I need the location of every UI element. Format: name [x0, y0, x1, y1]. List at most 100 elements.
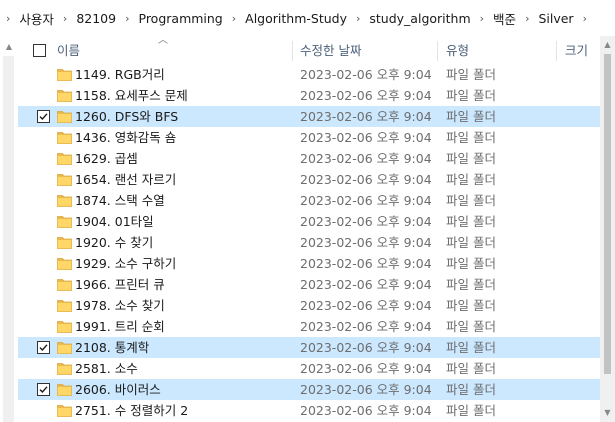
modified-date: 2023-02-06 오후 9:04 [300, 256, 432, 271]
file-name[interactable]: 1629. 곱셈 [75, 148, 138, 169]
file-name[interactable]: 1158. 요세푸스 문제 [75, 85, 188, 106]
file-type: 파일 폴더 [446, 340, 496, 355]
file-name[interactable]: 2581. 소수 [75, 358, 138, 379]
scroll-down-arrow-icon[interactable]: ▼ [603, 408, 612, 417]
checkmark-icon [39, 113, 48, 121]
list-item[interactable]: 2751. 수 정렬하기 2 2023-02-06 오후 9:04 파일 폴더 [18, 400, 615, 421]
chevron-right-icon[interactable]: › [583, 12, 587, 25]
list-item[interactable]: 1874. 스택 수열 2023-02-06 오후 9:04 파일 폴더 [18, 190, 615, 211]
list-item[interactable]: 2606. 바이러스 2023-02-06 오후 9:04 파일 폴더 [18, 379, 615, 400]
checkmark-icon [39, 344, 48, 352]
row-checkbox[interactable] [37, 383, 50, 396]
folder-icon [57, 298, 72, 312]
row-checkbox[interactable] [37, 110, 50, 123]
modified-date: 2023-02-06 오후 9:04 [300, 214, 432, 229]
column-header-modified[interactable]: 수정한 날짜 [300, 36, 361, 64]
file-explorer-window: › 사용자 › 82109 › Programming › Algorithm-Study › s… [0, 0, 615, 422]
folder-icon [57, 172, 72, 186]
list-item[interactable]: 1149. RGB거리 2023-02-06 오후 9:04 파일 폴더 [18, 64, 615, 85]
file-type: 파일 폴더 [446, 298, 496, 313]
list-item[interactable]: 1929. 소수 구하기 2023-02-06 오후 9:04 파일 폴더 [18, 253, 615, 274]
file-name[interactable]: 1978. 소수 찾기 [75, 295, 165, 316]
folder-icon [57, 403, 72, 417]
chevron-right-icon[interactable]: › [480, 12, 484, 25]
breadcrumb-item[interactable]: 백준 [493, 9, 516, 28]
list-item[interactable]: 1629. 곱셈 2023-02-06 오후 9:04 파일 폴더 [18, 148, 615, 169]
file-type: 파일 폴더 [446, 319, 496, 334]
list-item[interactable]: 2108. 통계학 2023-02-06 오후 9:04 파일 폴더 [18, 337, 615, 358]
modified-date: 2023-02-06 오후 9:04 [300, 67, 432, 82]
folder-icon [57, 88, 72, 102]
list-item[interactable]: 1654. 랜선 자르기 2023-02-06 오후 9:04 파일 폴더 [18, 169, 615, 190]
chevron-right-icon[interactable]: › [232, 12, 236, 25]
file-type: 파일 폴더 [446, 403, 496, 418]
select-all-checkbox[interactable] [33, 44, 46, 57]
checkmark-icon [39, 386, 48, 394]
scroll-up-arrow-icon[interactable]: ▲ [4, 42, 14, 52]
file-name[interactable]: 1874. 스택 수열 [75, 190, 165, 211]
chevron-right-icon[interactable]: › [6, 12, 10, 25]
modified-date: 2023-02-06 오후 9:04 [300, 193, 432, 208]
folder-icon [57, 361, 72, 375]
folder-icon [57, 235, 72, 249]
modified-date: 2023-02-06 오후 9:04 [300, 130, 432, 145]
list-item[interactable]: 2581. 소수 2023-02-06 오후 9:04 파일 폴더 [18, 358, 615, 379]
file-name[interactable]: 1991. 트리 순회 [75, 316, 165, 337]
file-name[interactable]: 1260. DFS와 BFS [75, 106, 178, 127]
breadcrumb-item[interactable]: 사용자 [19, 9, 54, 28]
chevron-right-icon[interactable]: › [356, 12, 360, 25]
breadcrumb-item[interactable]: study_algorithm [369, 11, 470, 26]
file-name[interactable]: 1904. 01타일 [75, 211, 154, 232]
modified-date: 2023-02-06 오후 9:04 [300, 109, 432, 124]
folder-icon [57, 256, 72, 270]
scroll-up-arrow-icon[interactable]: ▲ [603, 40, 612, 49]
column-header-type[interactable]: 유형 [446, 36, 469, 64]
file-type: 파일 폴더 [446, 277, 496, 292]
vertical-scrollbar[interactable]: ▲ ▼ [600, 36, 615, 422]
file-name[interactable]: 1654. 랜선 자르기 [75, 169, 176, 190]
file-name[interactable]: 1436. 영화감독 숌 [75, 127, 176, 148]
column-divider[interactable] [292, 41, 293, 61]
list-item[interactable]: 1966. 프린터 큐 2023-02-06 오후 9:04 파일 폴더 [18, 274, 615, 295]
file-name[interactable]: 1966. 프린터 큐 [75, 274, 165, 295]
file-name[interactable]: 2751. 수 정렬하기 2 [75, 400, 188, 421]
file-name[interactable]: 1149. RGB거리 [75, 64, 165, 85]
folder-icon [57, 277, 72, 291]
file-type: 파일 폴더 [446, 109, 496, 124]
list-item[interactable]: 1978. 소수 찾기 2023-02-06 오후 9:04 파일 폴더 [18, 295, 615, 316]
list-item[interactable]: 1920. 수 찾기 2023-02-06 오후 9:04 파일 폴더 [18, 232, 615, 253]
folder-icon [57, 382, 72, 396]
breadcrumb-item[interactable]: Programming [139, 11, 223, 26]
chevron-right-icon[interactable]: › [63, 12, 67, 25]
column-divider[interactable] [556, 41, 557, 61]
file-name[interactable]: 1929. 소수 구하기 [75, 253, 176, 274]
modified-date: 2023-02-06 오후 9:04 [300, 235, 432, 250]
list-item[interactable]: 1991. 트리 순회 2023-02-06 오후 9:04 파일 폴더 [18, 316, 615, 337]
file-name[interactable]: 2108. 통계학 [75, 337, 149, 358]
modified-date: 2023-02-06 오후 9:04 [300, 277, 432, 292]
chevron-right-icon[interactable]: › [125, 12, 129, 25]
list-item[interactable]: 1436. 영화감독 숌 2023-02-06 오후 9:04 파일 폴더 [18, 127, 615, 148]
column-header-size[interactable]: 크기 [565, 36, 588, 64]
file-type: 파일 폴더 [446, 382, 496, 397]
file-name[interactable]: 2606. 바이러스 [75, 379, 161, 400]
navigation-pane-scrollbar[interactable] [3, 56, 14, 422]
folder-icon [57, 214, 72, 228]
row-checkbox[interactable] [37, 341, 50, 354]
breadcrumb-item[interactable]: Silver [538, 11, 573, 26]
file-list: 1149. RGB거리 2023-02-06 오후 9:04 파일 폴더 1158. … [18, 64, 615, 421]
list-item[interactable]: 1158. 요세푸스 문제 2023-02-06 오후 9:04 파일 폴더 [18, 85, 615, 106]
list-item[interactable]: 1904. 01타일 2023-02-06 오후 9:04 파일 폴더 [18, 211, 615, 232]
column-divider[interactable] [437, 41, 438, 61]
navigation-pane-edge: ▲ [0, 36, 18, 422]
file-type: 파일 폴더 [446, 256, 496, 271]
scrollbar-thumb[interactable] [604, 54, 611, 374]
list-item[interactable]: 1260. DFS와 BFS 2023-02-06 오후 9:04 파일 폴더 [18, 106, 615, 127]
column-header-name[interactable]: 이름 [57, 36, 80, 64]
breadcrumb-item[interactable]: Algorithm-Study [245, 11, 347, 26]
modified-date: 2023-02-06 오후 9:04 [300, 361, 432, 376]
breadcrumb-item[interactable]: 82109 [76, 11, 116, 26]
folder-icon [57, 67, 72, 81]
file-name[interactable]: 1920. 수 찾기 [75, 232, 153, 253]
chevron-right-icon[interactable]: › [525, 12, 529, 25]
